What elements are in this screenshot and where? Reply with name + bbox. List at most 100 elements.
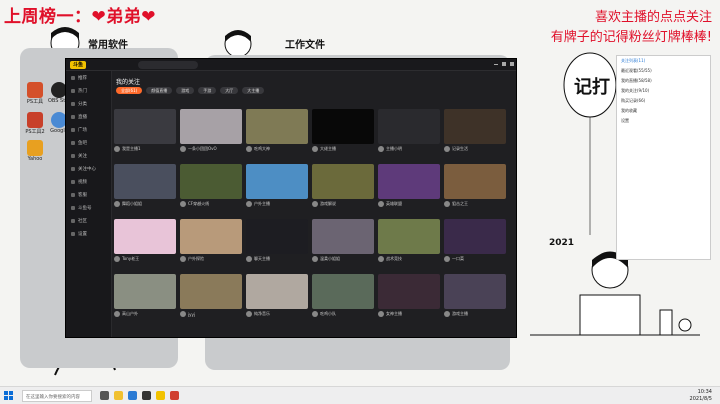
streamer-name: 一口菜 — [452, 256, 464, 261]
stream-card[interactable]: 战术竞技 — [378, 219, 440, 269]
stream-card[interactable]: Tony老王 — [114, 219, 176, 269]
sidebar-item[interactable]: 广场 — [66, 123, 111, 136]
chip-mobile[interactable]: 手游 — [198, 87, 217, 94]
stream-thumbnail[interactable] — [180, 219, 242, 254]
stream-card[interactable]: 温柔小姐姐 — [312, 219, 374, 269]
stream-meta: 游戏解说 — [312, 201, 374, 207]
sidebar-item[interactable]: 热门 — [66, 84, 111, 97]
panel-row[interactable]: 我的收藏 — [617, 106, 710, 116]
stream-card[interactable]: 主播小明 — [378, 109, 440, 159]
sidebar-item[interactable]: 客服 — [66, 188, 111, 201]
streamer-name: 户外探险 — [188, 256, 204, 261]
task-view-icon[interactable] — [100, 391, 109, 400]
stream-card[interactable]: 吃鸡大神 — [246, 109, 308, 159]
stream-card[interactable]: 英雄联盟 — [378, 164, 440, 214]
stream-card[interactable]: 吃鸡小队 — [312, 274, 374, 324]
stream-card[interactable]: 舞蹈小姐姐 — [114, 164, 176, 214]
sidebar-item[interactable]: 设置 — [66, 227, 111, 240]
stream-card[interactable]: 户外主播 — [246, 164, 308, 214]
taskbar-clock[interactable]: 10:34 2021/8/5 — [690, 389, 712, 403]
stream-thumbnail[interactable] — [180, 274, 242, 309]
stream-thumbnail[interactable] — [312, 219, 374, 254]
stream-card[interactable]: 纯净音乐 — [246, 274, 308, 324]
stream-thumbnail[interactable] — [444, 164, 506, 199]
stream-card[interactable]: jyyj — [180, 274, 242, 324]
stream-thumbnail[interactable] — [378, 274, 440, 309]
avatar — [312, 146, 318, 152]
stream-card[interactable]: 一条小团团OvO — [180, 109, 242, 159]
panel-row[interactable]: 关注列表(11) — [617, 56, 710, 66]
stream-thumbnail[interactable] — [246, 274, 308, 309]
panel-row[interactable]: 我的关注(9/10) — [617, 86, 710, 96]
panel-row[interactable]: 购买记录(66) — [617, 96, 710, 106]
chip-all[interactable]: 全部(61) — [116, 87, 143, 94]
chip-beauty[interactable]: 颜值直播 — [146, 87, 173, 94]
sidebar-item[interactable]: 推荐 — [66, 71, 111, 84]
stream-card[interactable]: 女神主播 — [378, 274, 440, 324]
stream-thumbnail[interactable] — [444, 109, 506, 144]
desktop-icon-ps2[interactable]: PS工具2 — [24, 112, 46, 135]
avatar — [246, 311, 252, 317]
app-search-input[interactable] — [138, 61, 198, 69]
chip-big[interactable]: 大主播 — [242, 87, 265, 94]
browser-icon[interactable] — [128, 391, 137, 400]
desktop-icon-ps[interactable]: PS工具 — [24, 82, 46, 105]
chip-game[interactable]: 游戏 — [176, 87, 195, 94]
sidebar-item[interactable]: 关注中心 — [66, 162, 111, 175]
panel-row[interactable]: 我的直播(58/58) — [617, 76, 710, 86]
stream-thumbnail[interactable] — [444, 219, 506, 254]
taskbar-search-input[interactable]: 在这里输入你要搜索的内容 — [22, 390, 92, 402]
stream-card[interactable]: 大佬主播 — [312, 109, 374, 159]
stream-card[interactable]: 高山户外 — [114, 274, 176, 324]
avatar — [180, 311, 186, 317]
stream-thumbnail[interactable] — [114, 274, 176, 309]
desktop-icon-yahoo[interactable]: Yahoo — [24, 140, 46, 162]
stream-thumbnail[interactable] — [312, 164, 374, 199]
minimize-icon[interactable] — [494, 64, 498, 65]
start-icon[interactable] — [4, 391, 14, 401]
app-logo[interactable]: 斗鱼 — [70, 61, 86, 69]
stream-thumbnail[interactable] — [180, 164, 242, 199]
stream-thumbnail[interactable] — [246, 219, 308, 254]
close-icon[interactable] — [510, 62, 514, 66]
stream-thumbnail[interactable] — [246, 164, 308, 199]
maximize-icon[interactable] — [502, 62, 506, 66]
stream-thumbnail[interactable] — [378, 109, 440, 144]
stream-thumbnail[interactable] — [312, 274, 374, 309]
stream-thumbnail[interactable] — [378, 219, 440, 254]
stream-thumbnail[interactable] — [114, 219, 176, 254]
stream-thumbnail[interactable] — [312, 109, 374, 144]
sidebar-item[interactable]: 社区 — [66, 214, 111, 227]
stream-thumbnail[interactable] — [114, 109, 176, 144]
stream-card[interactable]: 一口菜 — [444, 219, 506, 269]
stream-thumbnail[interactable] — [378, 164, 440, 199]
stream-thumbnail[interactable] — [246, 109, 308, 144]
stream-card[interactable]: 游戏主播 — [444, 274, 506, 324]
folder-label-common: 常用软件 — [88, 40, 128, 51]
stream-card[interactable]: CF穿越火线 — [180, 164, 242, 214]
stream-card[interactable]: 狙击之王 — [444, 164, 506, 214]
stream-card[interactable]: 游戏解说 — [312, 164, 374, 214]
stream-meta: CF穿越火线 — [180, 201, 242, 207]
sidebar-item[interactable]: 直播 — [66, 110, 111, 123]
stream-card[interactable]: 我是主播1 — [114, 109, 176, 159]
stream-thumbnail[interactable] — [444, 274, 506, 309]
sidebar-item[interactable]: 鱼吧 — [66, 136, 111, 149]
stream-card[interactable]: 记录生活 — [444, 109, 506, 159]
obs-icon[interactable] — [142, 391, 151, 400]
sidebar-item[interactable]: 分类 — [66, 97, 111, 110]
sidebar-item[interactable]: 斗鱼号 — [66, 201, 111, 214]
sidebar-item[interactable]: 视频 — [66, 175, 111, 188]
douyu-icon[interactable] — [156, 391, 165, 400]
file-explorer-icon[interactable] — [114, 391, 123, 400]
stream-card[interactable]: 聊天主播 — [246, 219, 308, 269]
panel-row[interactable]: 最近观看(55/55) — [617, 66, 710, 76]
panel-row[interactable]: 设置 — [617, 116, 710, 126]
app-icon[interactable] — [170, 391, 179, 400]
stream-meta: 舞蹈小姐姐 — [114, 201, 176, 207]
stream-card[interactable]: 户外探险 — [180, 219, 242, 269]
stream-thumbnail[interactable] — [114, 164, 176, 199]
stream-thumbnail[interactable] — [180, 109, 242, 144]
sidebar-item[interactable]: 关注 — [66, 149, 111, 162]
chip-hall[interactable]: 大厅 — [220, 87, 239, 94]
